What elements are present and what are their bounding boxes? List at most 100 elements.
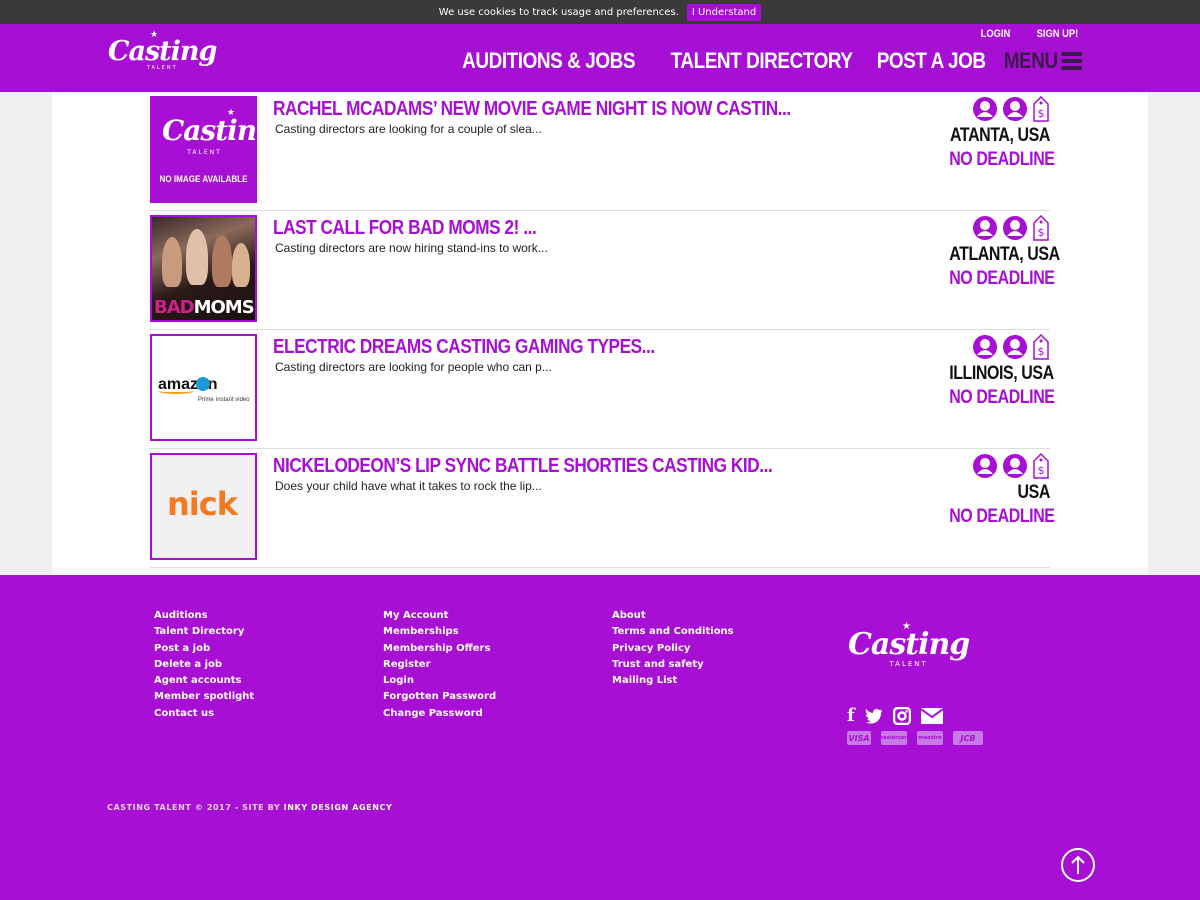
user-icon (973, 454, 997, 478)
listings-panel: ★ Casting TALENT NO IMAGE AVAILABLE RACH… (52, 92, 1148, 575)
no-image-caption: NO IMAGE AVAILABLE (159, 174, 248, 184)
site-header: ★ Casting TALENT LOGIN SIGN UP! AUDITION… (0, 24, 1200, 92)
footer-link-memberships[interactable]: Memberships (383, 625, 496, 638)
instagram-icon[interactable] (892, 707, 911, 725)
user-icon (973, 216, 997, 240)
listing-meta: $ ATLANTA, USA NO DEADLINE (930, 215, 1060, 290)
footer-link-my-account[interactable]: My Account (383, 609, 496, 622)
site-logo[interactable]: ★ Casting TALENT (108, 30, 217, 71)
login-link[interactable]: LOGIN (981, 28, 1011, 40)
listing-meta: $ ATANTA, USA NO DEADLINE (930, 96, 1055, 171)
payment-cards: VISA mastercard maestro JCB (847, 731, 983, 745)
listing-deadline: NO DEADLINE (949, 506, 1055, 527)
bad-moms-poster: BADMOMS (152, 217, 255, 320)
footer-links-col3: About Terms and Conditions Privacy Polic… (612, 609, 734, 687)
logo-star-icon: ★ (902, 621, 911, 632)
footer-link-about[interactable]: About (612, 609, 734, 622)
menu-button[interactable]: MENU (1004, 48, 1082, 74)
listing-title[interactable]: LAST CALL FOR BAD MOMS 2! ... (273, 217, 537, 240)
signup-link[interactable]: SIGN UP! (1037, 28, 1079, 40)
listing-thumbnail[interactable]: BADMOMS (150, 215, 257, 322)
social-links: f (847, 707, 943, 725)
user-icon (1003, 216, 1027, 240)
visa-card-icon: VISA (847, 731, 871, 745)
footer-logo[interactable]: ★ Casting TALENT (848, 621, 970, 668)
footer-link-contact-us[interactable]: Contact us (154, 707, 254, 720)
twitter-icon[interactable] (864, 708, 883, 724)
nav-post-a-job[interactable]: POST A JOB (876, 48, 985, 74)
footer-link-auditions[interactable]: Auditions (154, 609, 254, 622)
cookie-bar: We use cookies to track usage and prefer… (0, 0, 1200, 24)
footer-link-login[interactable]: Login (383, 674, 496, 687)
email-icon[interactable] (920, 708, 943, 724)
site-footer: Auditions Talent Directory Post a job De… (0, 575, 1200, 900)
main-nav: AUDITIONS & JOBS TALENT DIRECTORY POST A… (448, 48, 1082, 74)
listing-description: Does your child have what it takes to ro… (275, 479, 542, 493)
listing-icons: $ (930, 453, 1050, 479)
footer-link-agent-accounts[interactable]: Agent accounts (154, 674, 254, 687)
maestro-icon: maestro (917, 731, 943, 745)
listing-item[interactable]: BADMOMS LAST CALL FOR BAD MOMS 2! ... Ca… (150, 211, 1060, 330)
nav-talent-directory[interactable]: TALENT DIRECTORY (671, 48, 853, 74)
listing-deadline: NO DEADLINE (949, 149, 1055, 170)
footer-link-delete-a-job[interactable]: Delete a job (154, 658, 254, 671)
arrow-up-icon (1071, 855, 1085, 874)
listing-location: ILLINOIS, USA (949, 363, 1054, 384)
listing-item[interactable]: ★ Casting TALENT NO IMAGE AVAILABLE RACH… (150, 92, 1055, 211)
mastercard-icon: mastercard (878, 731, 910, 745)
listing-icons: $ (930, 215, 1050, 241)
price-tag-icon: $ (1033, 215, 1049, 241)
footer-link-register[interactable]: Register (383, 658, 496, 671)
footer-link-post-a-job[interactable]: Post a job (154, 642, 254, 655)
listing-description: Casting directors are now hiring stand-i… (275, 241, 548, 255)
listing-item[interactable]: nick NICKELODEON’S LIP SYNC BATTLE SHORT… (150, 449, 1055, 568)
scroll-to-top-button[interactable] (1061, 848, 1095, 882)
facebook-icon[interactable]: f (847, 707, 855, 725)
menu-label: MENU (1003, 48, 1058, 73)
footer-link-mailing-list[interactable]: Mailing List (612, 674, 734, 687)
listing-deadline: NO DEADLINE (949, 387, 1055, 408)
listing-title[interactable]: NICKELODEON’S LIP SYNC BATTLE SHORTIES C… (273, 455, 773, 478)
copyright: CASTING TALENT © 2017 - SITE BY INKY DES… (107, 803, 392, 812)
footer-link-terms[interactable]: Terms and Conditions (612, 625, 734, 638)
cookie-message: We use cookies to track usage and prefer… (438, 6, 679, 18)
price-tag-icon: $ (1033, 334, 1049, 360)
footer-link-privacy[interactable]: Privacy Policy (612, 642, 734, 655)
listing-deadline: NO DEADLINE (949, 268, 1055, 289)
listing-location: ATLANTA, USA (949, 244, 1060, 265)
amazon-prime-logo: amazon Prime instant video (158, 376, 250, 403)
user-icon (973, 97, 997, 121)
play-icon (196, 377, 210, 391)
listing-icons: $ (930, 334, 1050, 360)
nav-auditions-jobs[interactable]: AUDITIONS & JOBS (462, 48, 635, 74)
listing-title[interactable]: RACHEL MCADAMS’ NEW MOVIE GAME NIGHT IS … (273, 98, 791, 121)
cookie-accept-button[interactable]: I Understand (686, 3, 762, 21)
logo-star-icon: ★ (150, 30, 159, 40)
listing-icons: $ (930, 96, 1050, 122)
listing-thumbnail[interactable]: amazon Prime instant video (150, 334, 257, 441)
user-icon (1003, 454, 1027, 478)
poster-title: BADMOMS (154, 297, 255, 318)
footer-link-change-password[interactable]: Change Password (383, 707, 496, 720)
footer-link-talent-directory[interactable]: Talent Directory (154, 625, 254, 638)
listing-meta: $ USA NO DEADLINE (930, 453, 1055, 528)
footer-link-forgotten-password[interactable]: Forgotten Password (383, 690, 496, 703)
listing-title[interactable]: ELECTRIC DREAMS CASTING GAMING TYPES... (273, 336, 655, 359)
user-icon (1003, 335, 1027, 359)
copyright-text: CASTING TALENT © 2017 - SITE BY (107, 803, 281, 812)
listing-meta: $ ILLINOIS, USA NO DEADLINE (930, 334, 1055, 409)
listing-thumbnail[interactable]: ★ Casting TALENT NO IMAGE AVAILABLE (150, 96, 257, 203)
footer-link-trust-safety[interactable]: Trust and safety (612, 658, 734, 671)
footer-link-member-spotlight[interactable]: Member spotlight (154, 690, 254, 703)
price-tag-icon: $ (1033, 96, 1049, 122)
jcb-card-icon: JCB (953, 731, 983, 745)
listing-thumbnail[interactable]: nick (150, 453, 257, 560)
svg-text:$: $ (1038, 345, 1045, 358)
account-links: LOGIN SIGN UP! (978, 28, 1082, 40)
agency-link[interactable]: INKY DESIGN AGENCY (284, 803, 393, 812)
logo-word: Casting (848, 627, 970, 662)
svg-text:$: $ (1038, 464, 1045, 477)
footer-link-membership-offers[interactable]: Membership Offers (383, 642, 496, 655)
listing-item[interactable]: amazon Prime instant video ELECTRIC DREA… (150, 330, 1055, 449)
logo-word: Casting (108, 36, 217, 67)
